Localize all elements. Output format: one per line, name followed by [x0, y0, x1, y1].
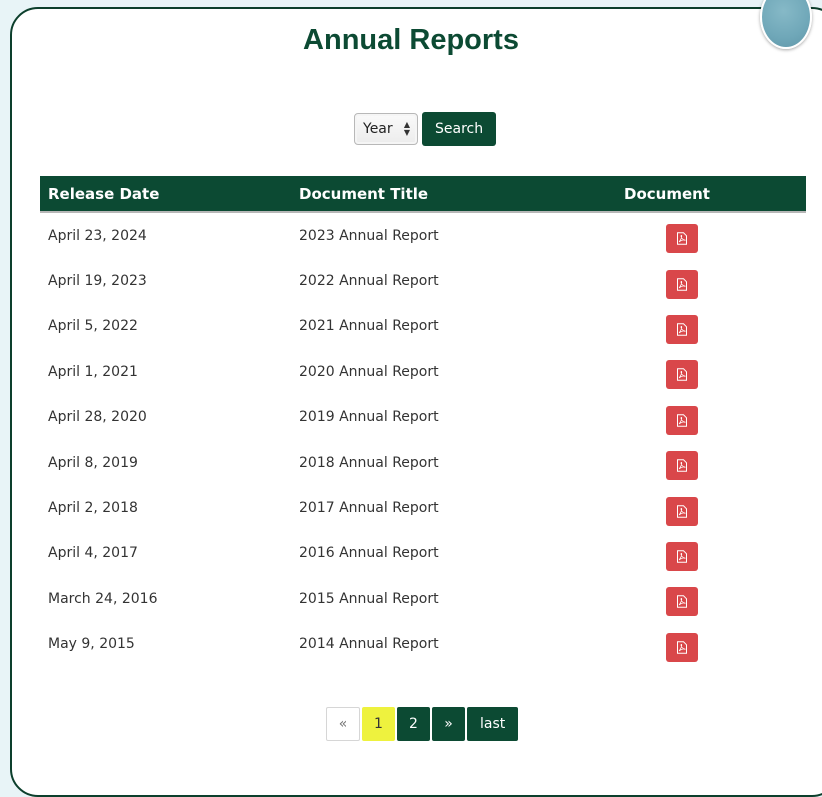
document-title-cell: 2017 Annual Report: [299, 500, 439, 517]
document-cell: [606, 582, 806, 617]
pdf-download-button[interactable]: [666, 224, 698, 254]
table-body: April 23, 2024 2023 Annual Report April 19…: [40, 213, 806, 667]
pdf-download-button[interactable]: [666, 496, 698, 526]
pdf-file-icon: [677, 459, 687, 472]
year-select-value: Year: [363, 121, 393, 137]
pagination-page-2[interactable]: 2: [397, 707, 430, 741]
document-title-cell: 2021 Annual Report: [299, 318, 439, 335]
pagination-last-button[interactable]: last: [467, 707, 519, 741]
release-date-cell: May 9, 2015: [48, 636, 135, 653]
document-cell: [606, 219, 806, 254]
pdf-download-button[interactable]: [666, 314, 698, 344]
table-row: April 2, 2018 2017 Annual Report: [40, 485, 806, 530]
table-row: April 5, 2022 2021 Annual Report: [40, 304, 806, 349]
reports-table: Release Date Document Title Document Apr…: [40, 176, 806, 667]
header-document-title: Document Title: [299, 184, 429, 203]
release-date-cell: April 5, 2022: [48, 318, 138, 335]
document-cell: [606, 401, 806, 435]
pdf-download-button[interactable]: [666, 587, 698, 617]
table-row: May 9, 2015 2014 Annual Report: [40, 622, 806, 667]
table-row: April 19, 2023 2022 Annual Report: [40, 258, 806, 303]
table-row: March 24, 2016 2015 Annual Report: [40, 576, 806, 621]
pagination-prev-button[interactable]: «: [326, 707, 360, 741]
release-date-cell: April 8, 2019: [48, 454, 138, 471]
document-cell: [606, 492, 806, 526]
release-date-cell: April 4, 2017: [48, 545, 138, 562]
pagination: « 1 2 » last: [326, 707, 519, 741]
year-select[interactable]: Year ▲ ▼: [354, 113, 418, 145]
release-date-cell: April 23, 2024: [48, 227, 147, 244]
document-cell: [606, 537, 806, 571]
pdf-file-icon: [677, 323, 687, 336]
table-row: April 4, 2017 2016 Annual Report: [40, 531, 806, 576]
header-document: Document: [624, 184, 710, 203]
table-row: April 23, 2024 2023 Annual Report: [40, 213, 806, 258]
pdf-download-button[interactable]: [666, 269, 698, 299]
release-date-cell: April 19, 2023: [48, 273, 147, 290]
document-cell: [606, 628, 806, 662]
document-title-cell: 2020 Annual Report: [299, 363, 439, 380]
document-cell: [606, 265, 806, 299]
page-title: Annual Reports: [303, 24, 519, 56]
pdf-file-icon: [677, 414, 687, 427]
document-title-cell: 2022 Annual Report: [299, 273, 439, 290]
release-date-cell: March 24, 2016: [48, 590, 158, 607]
pagination-next-button[interactable]: »: [432, 707, 465, 741]
pdf-file-icon: [677, 277, 687, 291]
release-date-cell: April 2, 2018: [48, 500, 138, 517]
pdf-download-button[interactable]: [666, 360, 698, 390]
pdf-file-icon: [677, 550, 687, 563]
pdf-download-button[interactable]: [666, 405, 698, 435]
table-row: April 1, 2021 2020 Annual Report: [40, 349, 806, 394]
document-cell: [606, 446, 806, 481]
table-header: Release Date Document Title Document: [40, 176, 806, 213]
pdf-file-icon: [677, 504, 687, 518]
pdf-download-button[interactable]: [666, 632, 698, 662]
pdf-download-button[interactable]: [666, 451, 698, 481]
pdf-file-icon: [677, 595, 687, 609]
document-cell: [606, 310, 806, 344]
document-title-cell: 2019 Annual Report: [299, 409, 439, 426]
search-button[interactable]: Search: [422, 112, 497, 146]
release-date-cell: April 28, 2020: [48, 409, 147, 426]
pdf-file-icon: [677, 641, 687, 654]
year-filter-bar: Year ▲ ▼ Search: [354, 112, 497, 146]
table-row: April 28, 2020 2019 Annual Report: [40, 395, 806, 440]
pdf-file-icon: [677, 368, 687, 382]
pdf-download-button[interactable]: [666, 541, 698, 571]
document-title-cell: 2018 Annual Report: [299, 454, 439, 471]
pagination-page-1[interactable]: 1: [362, 707, 395, 741]
select-arrows-icon: ▲ ▼: [403, 120, 410, 137]
document-title-cell: 2014 Annual Report: [299, 636, 439, 653]
header-release-date: Release Date: [48, 184, 160, 203]
document-title-cell: 2016 Annual Report: [299, 545, 439, 562]
document-title-cell: 2023 Annual Report: [299, 227, 439, 244]
document-title-cell: 2015 Annual Report: [299, 590, 439, 607]
pdf-file-icon: [677, 232, 687, 245]
table-row: April 8, 2019 2018 Annual Report: [40, 440, 806, 485]
document-cell: [606, 355, 806, 390]
release-date-cell: April 1, 2021: [48, 363, 138, 380]
